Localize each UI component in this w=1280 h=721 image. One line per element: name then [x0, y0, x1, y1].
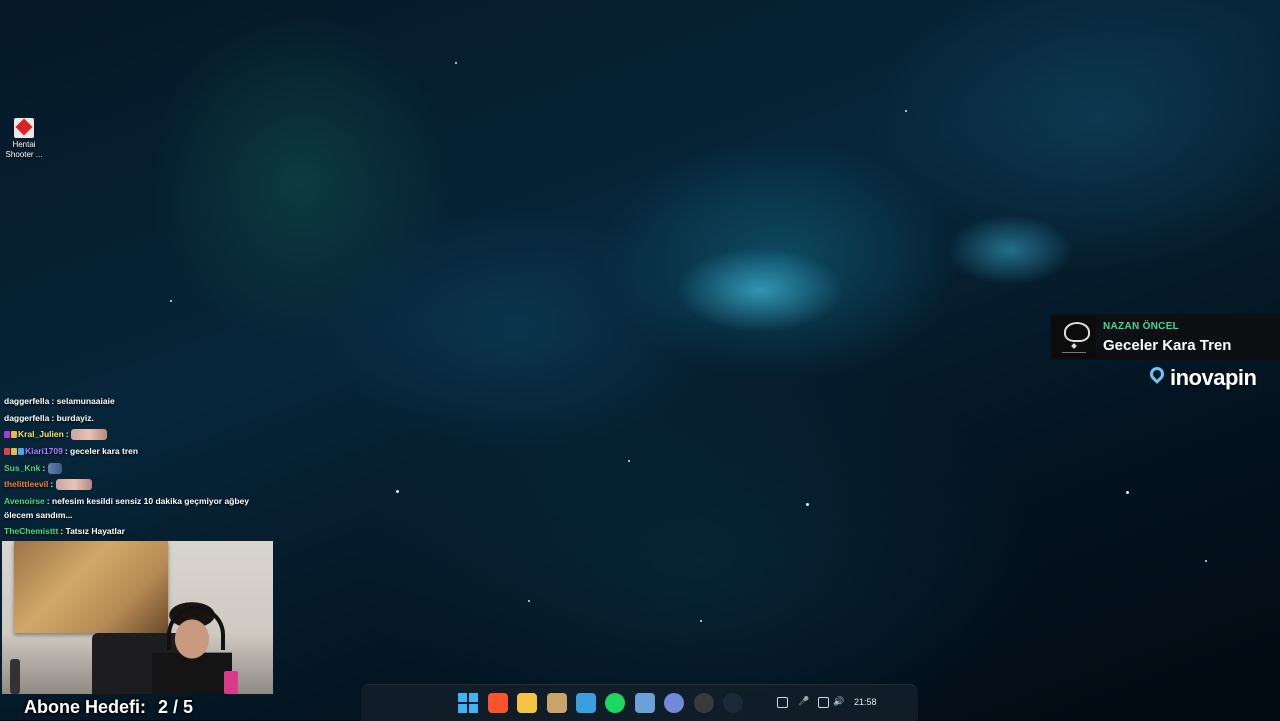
chat-username[interactable]: Kral_Julien	[18, 429, 64, 439]
chat-separator: :	[42, 463, 48, 473]
subscriber-goal-value: 2 / 5	[158, 697, 194, 717]
chat-username[interactable]: daggerfella	[4, 396, 49, 406]
spotify-icon[interactable]	[605, 693, 625, 713]
chat-username[interactable]: thelittleevil	[4, 479, 48, 489]
chat-text: selamunaaiaie	[56, 396, 115, 406]
obs-studio-icon[interactable]	[694, 693, 714, 713]
chat-message: daggerfella: selamunaaiaie	[4, 396, 115, 406]
guitar	[10, 659, 20, 694]
chat-emote	[55, 479, 92, 490]
album-art	[1052, 316, 1096, 358]
chat-emote	[47, 463, 62, 474]
location-pin-icon	[1150, 367, 1166, 389]
photos-icon[interactable]	[576, 693, 596, 713]
steam-icon[interactable]	[723, 693, 743, 713]
chat-username[interactable]: Avenoirse	[4, 496, 45, 506]
desktop-shortcut[interactable]: Hentai Shooter ...	[4, 118, 44, 160]
subscriber-goal: Abone Hedefi: 2 / 5	[24, 697, 193, 718]
taskbar: 🎤 🔊 21:58	[361, 684, 918, 721]
taskbar-clock[interactable]: 21:58	[854, 697, 877, 707]
chat-emote	[71, 429, 108, 440]
subscriber-goal-label: Abone Hedefi:	[24, 697, 147, 717]
chat-username[interactable]: TheChemisttt	[4, 526, 58, 536]
app-grid-tray-icon[interactable]	[777, 697, 788, 708]
volume-icon[interactable]: 🔊	[833, 696, 844, 710]
sponsor-logo: inovapin	[1150, 362, 1257, 394]
chat-message: TheChemisttt: Tatsız Hayatlar	[4, 526, 125, 536]
cup	[224, 671, 238, 694]
app-grid-icon[interactable]	[635, 693, 655, 713]
wall-poster	[14, 541, 168, 633]
file-explorer-icon[interactable]	[517, 693, 537, 713]
network-icon[interactable]	[818, 697, 829, 708]
pickaxe-tool-icon[interactable]	[547, 693, 567, 713]
brave-browser-icon[interactable]	[488, 693, 508, 713]
chat-message: daggerfella: burdayiz.	[4, 413, 94, 423]
chat-badge-icon	[4, 431, 10, 438]
chat-username[interactable]: daggerfella	[4, 413, 49, 423]
chat-username[interactable]: Sus_Knk	[4, 463, 40, 473]
chat-message: Sus_Knk:	[4, 463, 62, 474]
chat-separator: :	[50, 479, 56, 489]
chat-text: ölecem sandım...	[4, 510, 73, 520]
sponsor-name: inovapin	[1170, 365, 1257, 390]
chat-text: geceler kara tren	[70, 446, 139, 456]
chat-text: burdayiz.	[56, 413, 94, 423]
now-playing-widget: NAZAN ÖNCEL Geceler Kara Tren	[1050, 314, 1280, 360]
chat-text: Tatsız Hayatlar	[65, 526, 125, 536]
chat-message: Avenoirse: nefesim kesildi sensiz 10 dak…	[4, 496, 249, 506]
chat-message: thelittleevil:	[4, 479, 92, 490]
chat-badge-icon	[18, 448, 24, 455]
game-shortcut-icon	[14, 118, 34, 138]
now-playing-title: Geceler Kara Tren	[1103, 337, 1232, 354]
desktop-shortcut-label: Hentai Shooter ...	[5, 140, 43, 159]
chat-text: nefesim kesildi sensiz 10 dakika geçmiyo…	[52, 496, 250, 506]
chat-badge-icon	[11, 431, 17, 438]
discord-icon[interactable]	[664, 693, 684, 713]
microphone-icon[interactable]: 🎤	[798, 696, 809, 710]
chat-badge-icon	[11, 448, 17, 455]
now-playing-artist: NAZAN ÖNCEL	[1103, 321, 1180, 332]
chat-message: ölecem sandım...	[4, 510, 73, 520]
webcam-feed	[2, 541, 273, 694]
chat-message: Kiari1709: geceler kara tren	[4, 446, 138, 456]
chat-message: Kral_Julien:	[4, 429, 108, 440]
chat-badge-icon	[4, 448, 10, 455]
chat-username[interactable]: Kiari1709	[25, 446, 63, 456]
windows-start-icon[interactable]	[458, 693, 478, 713]
